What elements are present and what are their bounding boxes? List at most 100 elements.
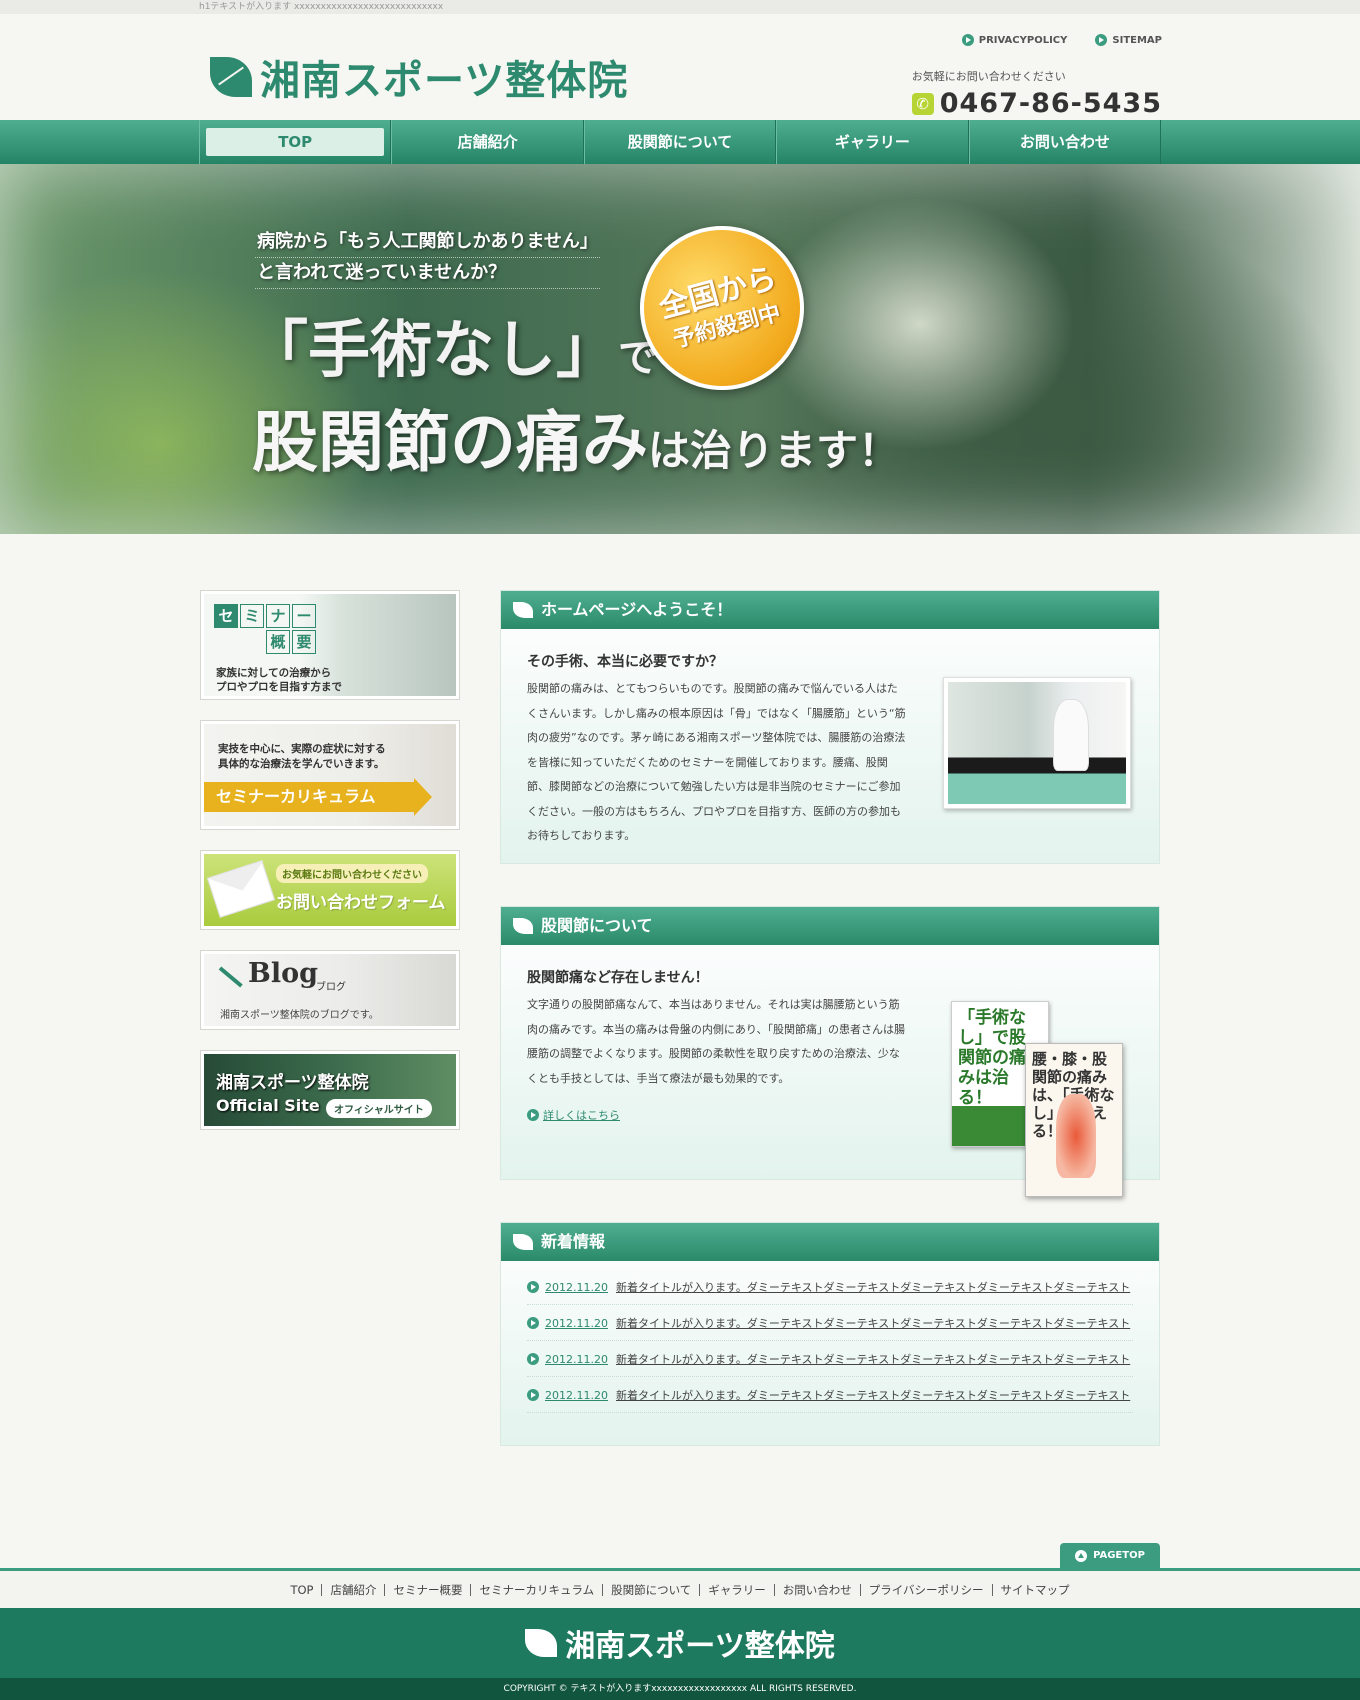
news-link[interactable]: 2012.11.20 新着タイトルが入ります。ダミーテキストダミーテキストダミーテ… bbox=[545, 1315, 1130, 1331]
leaf-icon bbox=[513, 918, 533, 934]
news-text: 新着タイトルが入ります。ダミーテキストダミーテキストダミーテキストダミーテキスト… bbox=[615, 1316, 1131, 1330]
footer-link-privacy[interactable]: プライバシーポリシー bbox=[861, 1583, 993, 1596]
welcome-heading: ホームページへようこそ！ bbox=[501, 591, 1159, 629]
nav-item-contact[interactable]: お問い合わせ bbox=[968, 120, 1162, 164]
official-badge: オフィシャルサイト bbox=[326, 1099, 432, 1118]
hero-main1-suffix: で bbox=[618, 334, 659, 381]
hip-more-link-label: 詳しくはこちら bbox=[543, 1109, 620, 1122]
badge-line1: 全国から bbox=[655, 260, 781, 326]
news-heading: 新着情報 bbox=[501, 1223, 1159, 1261]
news-date: 2012.11.20 bbox=[545, 1280, 608, 1294]
hero-main-copy-1: 「手術なし」で bbox=[246, 299, 658, 389]
hero-line1: 病院から「もう人工関節しかありません」 bbox=[255, 227, 600, 258]
banner-inner: お気軽にお問い合わせください お問い合わせフォーム bbox=[204, 854, 456, 926]
banner-inner: 実技を中心に、実際の症状に対する 具体的な治療法を学んでいきます。 セミナーカリ… bbox=[204, 724, 456, 826]
hero-badge: 全国から 予約殺到中 bbox=[621, 207, 823, 409]
site-logo[interactable]: 湘南スポーツ整体院 bbox=[210, 48, 628, 106]
news-item: 2012.11.20 新着タイトルが入ります。ダミーテキストダミーテキストダミーテ… bbox=[527, 1341, 1133, 1377]
logo-text: 湘南スポーツ整体院 bbox=[260, 58, 629, 104]
seminar-curriculum-banner[interactable]: 実技を中心に、実際の症状に対する 具体的な治療法を学んでいきます。 セミナーカリ… bbox=[200, 720, 460, 830]
news-date: 2012.11.20 bbox=[545, 1388, 608, 1402]
banner-inner: 湘南スポーツ整体院 Official Site オフィシャルサイト bbox=[204, 1054, 456, 1126]
phone-number[interactable]: 0467-86-5435 bbox=[940, 88, 1162, 119]
official-site-banner[interactable]: 湘南スポーツ整体院 Official Site オフィシャルサイト bbox=[200, 1050, 460, 1130]
book1-title: 「手術なし」で股関節の痛みは治る！ bbox=[958, 1008, 1026, 1108]
header-contact: お気軽にお問い合わせください ✆ 0467-86-5435 bbox=[911, 68, 1162, 119]
nav-item-label: 股関節について bbox=[627, 133, 733, 151]
curriculum-text-line1: 実技を中心に、実際の症状に対する bbox=[218, 743, 386, 755]
seminar-cell: ミ bbox=[240, 604, 264, 628]
news-list: 2012.11.20 新着タイトルが入ります。ダミーテキストダミーテキストダミーテ… bbox=[501, 1261, 1159, 1433]
seminar-cell: 概 bbox=[266, 630, 290, 654]
nav-item-hip-joint[interactable]: 股関節について bbox=[583, 120, 777, 164]
welcome-panel: ホームページへようこそ！ その手術、本当に必要ですか？ 股関節の痛みは、とてもつ… bbox=[500, 590, 1160, 864]
arrow-circle-icon bbox=[961, 34, 974, 46]
footer-link-hip-joint[interactable]: 股関節について bbox=[603, 1583, 701, 1596]
nav-item-shop[interactable]: 店舗紹介 bbox=[391, 120, 584, 164]
seminar-cell: セ bbox=[214, 604, 238, 628]
hero-banner: 病院から「もう人工関節しかありません」 と言われて迷っていませんか？ 「手術なし… bbox=[0, 164, 1360, 534]
news-link[interactable]: 2012.11.20 新着タイトルが入ります。ダミーテキストダミーテキストダミーテ… bbox=[545, 1279, 1130, 1295]
footer-link-shop[interactable]: 店舗紹介 bbox=[322, 1583, 386, 1596]
welcome-title: その手術、本当に必要ですか？ bbox=[527, 654, 723, 670]
news-item: 2012.11.20 新着タイトルが入ります。ダミーテキストダミーテキストダミーテ… bbox=[527, 1269, 1133, 1305]
curriculum-label: セミナーカリキュラム bbox=[204, 778, 432, 816]
footer-links: TOP 店舗紹介 セミナー概要 セミナーカリキュラム 股関節について ギャラリー… bbox=[0, 1568, 1360, 1608]
phone-icon: ✆ bbox=[911, 92, 934, 115]
footer-link-seminar-curriculum[interactable]: セミナーカリキュラム bbox=[471, 1583, 604, 1596]
footer-link-top[interactable]: TOP bbox=[282, 1583, 323, 1596]
nav-item-top[interactable]: TOP bbox=[199, 120, 392, 164]
nav-items: TOP 店舗紹介 股関節について ギャラリー お問い合わせ bbox=[199, 120, 1162, 164]
hip-body: 股関節痛など存在しません！ 文字通りの股関節痛なんて、本当はありません。それは実… bbox=[501, 945, 1159, 1197]
news-item: 2012.11.20 新着タイトルが入ります。ダミーテキストダミーテキストダミーテ… bbox=[527, 1305, 1133, 1341]
leaf-icon bbox=[513, 602, 533, 618]
footer-link-contact[interactable]: お問い合わせ bbox=[775, 1583, 861, 1596]
main-area: セ ミ ナ ー 概 要 家族に対しての治療から プロやプロを目指す方まで 実技を… bbox=[0, 534, 1360, 1578]
footer-link-seminar-overview[interactable]: セミナー概要 bbox=[385, 1583, 472, 1596]
hero-line2: と言われて迷っていませんか？ bbox=[255, 258, 600, 289]
news-link[interactable]: 2012.11.20 新着タイトルが入ります。ダミーテキストダミーテキストダミーテ… bbox=[545, 1351, 1130, 1367]
main-content: ホームページへようこそ！ その手術、本当に必要ですか？ 股関節の痛みは、とてもつ… bbox=[500, 590, 1160, 1488]
footer-link-sitemap[interactable]: サイトマップ bbox=[993, 1584, 1078, 1596]
arrow-circle-icon bbox=[527, 1316, 539, 1329]
seminar-cell: ナ bbox=[266, 604, 290, 628]
sidebar: セ ミ ナ ー 概 要 家族に対しての治療から プロやプロを目指す方まで 実技を… bbox=[200, 590, 460, 1150]
seminar-caption: 家族に対しての治療から プロやプロを目指す方まで bbox=[216, 666, 342, 694]
body-figure-image bbox=[1056, 1094, 1096, 1178]
news-heading-text: 新着情報 bbox=[541, 1232, 606, 1251]
pagetop-label: PAGETOP bbox=[1093, 1550, 1145, 1561]
global-nav: TOP 店舗紹介 股関節について ギャラリー お問い合わせ bbox=[0, 120, 1360, 164]
pagetop-button[interactable]: PAGETOP bbox=[1060, 1543, 1160, 1568]
banner-inner: セ ミ ナ ー 概 要 家族に対しての治療から プロやプロを目指す方まで bbox=[204, 594, 456, 696]
nav-item-label: TOP bbox=[206, 128, 385, 156]
arrow-circle-icon bbox=[527, 1388, 539, 1401]
news-link[interactable]: 2012.11.20 新着タイトルが入ります。ダミーテキストダミーテキストダミーテ… bbox=[545, 1387, 1130, 1403]
seminar-cell-spacer bbox=[240, 630, 264, 654]
blog-banner[interactable]: Blog ブログ 湘南スポーツ整体院のブログです。 bbox=[200, 950, 460, 1030]
footer-link-gallery[interactable]: ギャラリー bbox=[700, 1583, 775, 1596]
hip-heading-text: 股関節について bbox=[541, 916, 653, 935]
form-banner-note: お気軽にお問い合わせください bbox=[276, 864, 428, 883]
contact-note: お気軽にお問い合わせください bbox=[911, 70, 1066, 83]
arrow-up-icon bbox=[1075, 1549, 1088, 1562]
privacy-policy-link[interactable]: PRIVACYPOLICY bbox=[961, 34, 1068, 46]
nav-item-label: 店舗紹介 bbox=[457, 133, 518, 151]
seminar-caption-line1: 家族に対しての治療から bbox=[216, 667, 332, 679]
footer-logo[interactable]: 湘南スポーツ整体院 bbox=[565, 1621, 834, 1665]
nav-item-gallery[interactable]: ギャラリー bbox=[776, 120, 969, 164]
h1-text-bar: h1テキストが入ります xxxxxxxxxxxxxxxxxxxxxxxxxxxx bbox=[0, 0, 1360, 14]
hero-main2-suffix: は治ります！ bbox=[648, 426, 901, 475]
leaf-logo-icon bbox=[525, 1629, 558, 1657]
book-cover-2: 腰・膝・股関節の痛みは、「手術なし」で消える！ bbox=[1025, 1043, 1123, 1197]
sitemap-link[interactable]: SITEMAP bbox=[1095, 34, 1162, 46]
hero-main1-text: 「手術なし」 bbox=[246, 313, 619, 386]
privacy-policy-label: PRIVACYPOLICY bbox=[978, 34, 1068, 46]
phone-block: ✆ 0467-86-5435 bbox=[911, 88, 1162, 119]
contact-form-banner[interactable]: お気軽にお問い合わせください お問い合わせフォーム bbox=[200, 850, 460, 930]
news-panel: 新着情報 2012.11.20 新着タイトルが入ります。ダミーテキストダミーテキス… bbox=[500, 1222, 1160, 1446]
treatment-photo bbox=[943, 677, 1131, 809]
seminar-overview-banner[interactable]: セ ミ ナ ー 概 要 家族に対しての治療から プロやプロを目指す方まで bbox=[200, 590, 460, 700]
nav-item-label: ギャラリー bbox=[834, 133, 910, 151]
slash-icon bbox=[218, 966, 243, 988]
hip-text: 文字通りの股関節痛なんて、本当はありません。それは実は腸腰筋という筋肉の痛みです… bbox=[527, 998, 905, 1085]
